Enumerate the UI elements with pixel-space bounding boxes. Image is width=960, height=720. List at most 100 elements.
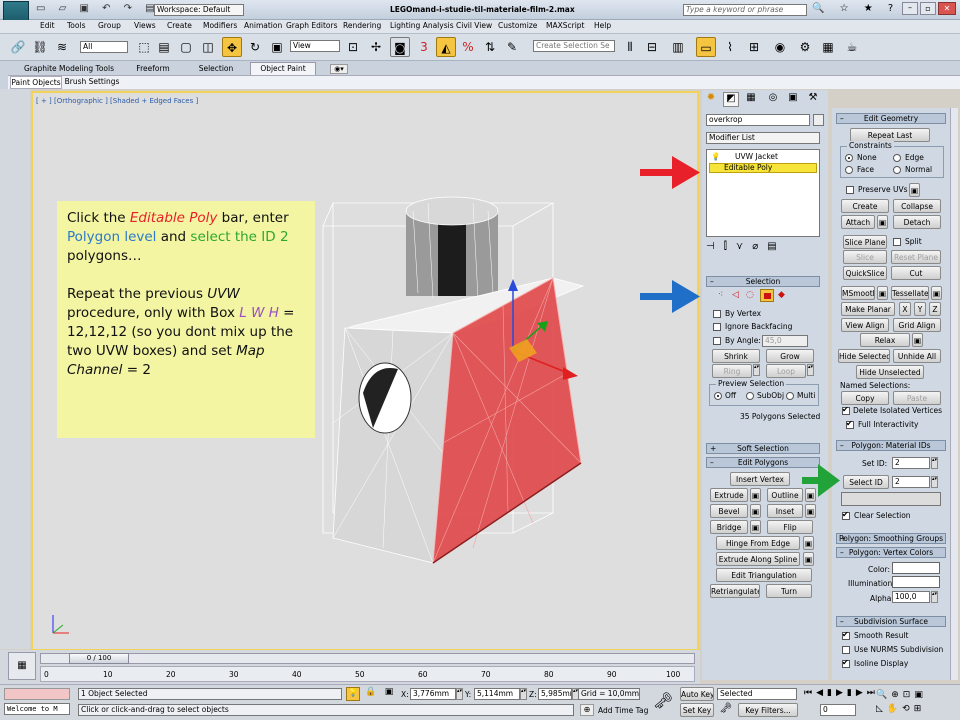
remove-modifier-icon[interactable]: ⌀ bbox=[752, 241, 767, 252]
slice-plane-button[interactable]: Slice Plane bbox=[843, 235, 887, 249]
maxscript-listener[interactable]: Welcome to M bbox=[4, 703, 70, 715]
menu-group[interactable]: Group bbox=[98, 21, 121, 31]
constraint-face-radio[interactable] bbox=[845, 166, 853, 174]
link-icon[interactable]: 🔗 bbox=[8, 37, 28, 57]
set-id-field[interactable]: 2 bbox=[892, 457, 930, 469]
unlink-icon[interactable]: ⛓ bbox=[30, 37, 50, 57]
set-key-large-icon[interactable]: 🗝 bbox=[717, 703, 735, 717]
edit-polygons-rollout-header[interactable]: – Edit Polygons bbox=[706, 457, 820, 468]
select-id-button[interactable]: Select ID bbox=[843, 475, 889, 489]
delete-isolated-checkbox[interactable] bbox=[842, 405, 850, 415]
tessellate-button[interactable]: Tessellate bbox=[891, 286, 929, 300]
time-slider[interactable]: 0 / 100 bbox=[40, 653, 695, 664]
rendered-frame-icon[interactable]: ▦ bbox=[818, 37, 838, 57]
soft-selection-rollout-header[interactable]: + Soft Selection bbox=[706, 443, 820, 454]
material-editor-icon[interactable]: ◉ bbox=[770, 37, 790, 57]
planar-x-button[interactable]: X bbox=[899, 302, 911, 316]
spinner-snap-icon[interactable]: ⇅ bbox=[480, 37, 500, 57]
modify-tab-icon[interactable]: ◩ bbox=[723, 92, 739, 107]
workspace-dropdown[interactable]: Workspace: Default bbox=[154, 4, 244, 16]
panel-scrollbar[interactable] bbox=[950, 108, 958, 680]
view-align-button[interactable]: View Align bbox=[841, 318, 889, 332]
zoom-all-icon[interactable]: ⊕ bbox=[891, 690, 903, 700]
minimize-icon[interactable]: – bbox=[902, 2, 918, 15]
search-input[interactable]: Type a keyword or phrase bbox=[683, 4, 807, 16]
pan-icon[interactable]: ✋ bbox=[887, 704, 902, 714]
isolate-selection-icon[interactable]: 💡 bbox=[346, 687, 360, 701]
menu-views[interactable]: Views bbox=[134, 21, 156, 31]
copy-button[interactable]: Copy bbox=[841, 391, 889, 405]
insert-vertex-button[interactable]: Insert Vertex bbox=[730, 472, 790, 486]
set-id-spinner[interactable]: ▴▾ bbox=[931, 457, 938, 469]
menu-help[interactable]: Help bbox=[594, 21, 611, 31]
selection-lock-icon[interactable]: 🔒 bbox=[364, 687, 378, 701]
hide-unselected-button[interactable]: Hide Unselected bbox=[856, 365, 924, 379]
render-setup-icon[interactable]: ⚙ bbox=[795, 37, 815, 57]
mirror-icon[interactable]: ⫴ bbox=[620, 37, 640, 57]
alpha-field[interactable]: 100,0 bbox=[892, 591, 930, 603]
color-swatch[interactable] bbox=[892, 562, 940, 574]
menu-graph-editors[interactable]: Graph Editors bbox=[286, 21, 338, 31]
constraint-none-radio[interactable] bbox=[845, 154, 853, 162]
attach-settings-icon[interactable]: ▣ bbox=[877, 215, 888, 229]
by-vertex-checkbox[interactable] bbox=[713, 310, 721, 318]
align-icon[interactable]: ⊟ bbox=[642, 37, 662, 57]
edit-named-selection-icon[interactable]: ✎ bbox=[502, 37, 522, 57]
menu-rendering[interactable]: Rendering bbox=[343, 21, 381, 31]
select-by-name-icon[interactable]: ▤ bbox=[154, 37, 174, 57]
angle-snap-icon[interactable]: ◭ bbox=[436, 37, 456, 57]
menu-lighting-analysis[interactable]: Lighting Analysis bbox=[390, 21, 454, 31]
paste-button[interactable]: Paste bbox=[893, 391, 941, 405]
isoline-checkbox[interactable] bbox=[842, 658, 850, 668]
maximize-icon[interactable]: ▫ bbox=[920, 2, 936, 15]
subdivision-rollout-header[interactable]: – Subdivision Surface bbox=[836, 616, 946, 627]
inset-button[interactable]: Inset bbox=[767, 504, 803, 518]
extrude-spline-settings-icon[interactable]: ▣ bbox=[803, 552, 814, 566]
snaps-toggle-icon[interactable]: 3 bbox=[414, 37, 434, 57]
menu-animation[interactable]: Animation bbox=[244, 21, 282, 31]
zoom-extents-all-icon[interactable]: ▣ bbox=[914, 690, 927, 700]
stack-item-editable-poly[interactable]: Editable Poly bbox=[709, 163, 817, 173]
menu-tools[interactable]: Tools bbox=[67, 21, 85, 31]
motion-tab-icon[interactable]: ◎ bbox=[765, 92, 781, 107]
next-frame-icon[interactable]: ▮▶ bbox=[847, 688, 867, 698]
preserve-uvs-settings-icon[interactable]: ▣ bbox=[909, 183, 920, 197]
constraint-normal-radio[interactable] bbox=[893, 166, 901, 174]
manipulate-icon[interactable]: ✢ bbox=[366, 37, 386, 57]
detach-button[interactable]: Detach bbox=[893, 215, 941, 229]
material-name-dropdown[interactable] bbox=[841, 492, 941, 506]
maximize-viewport-icon[interactable]: ⊞ bbox=[914, 704, 926, 714]
relax-settings-icon[interactable]: ▣ bbox=[912, 333, 923, 347]
make-planar-button[interactable]: Make Planar bbox=[841, 302, 895, 316]
smoothing-groups-rollout-header[interactable]: + Polygon: Smoothing Groups bbox=[836, 533, 946, 544]
create-button[interactable]: Create bbox=[841, 199, 889, 213]
turn-button[interactable]: Turn bbox=[766, 584, 812, 598]
quick-access-icons[interactable]: ▭ ▱ ▣ ↶ ↷ ▤ bbox=[36, 3, 160, 14]
add-time-tag-label[interactable]: Add Time Tag bbox=[598, 706, 648, 716]
render-production-icon[interactable]: ☕ bbox=[842, 37, 862, 57]
ring-spinner[interactable]: ▴▾ bbox=[753, 364, 760, 376]
x-coordinate-field[interactable]: 3,776mm bbox=[410, 688, 456, 700]
display-tab-icon[interactable]: ▣ bbox=[785, 92, 801, 107]
tessellate-settings-icon[interactable]: ▣ bbox=[931, 286, 942, 300]
smooth-result-checkbox[interactable] bbox=[842, 630, 850, 640]
extrude-settings-icon[interactable]: ▣ bbox=[750, 488, 761, 502]
x-spinner[interactable]: ▴▾ bbox=[456, 688, 463, 700]
curve-editor-icon[interactable]: ⌇ bbox=[720, 37, 740, 57]
current-frame-field[interactable]: 0 bbox=[820, 704, 856, 716]
y-spinner[interactable]: ▴▾ bbox=[520, 688, 527, 700]
bridge-button[interactable]: Bridge bbox=[710, 520, 748, 534]
shrink-button[interactable]: Shrink bbox=[712, 349, 760, 363]
object-color-swatch[interactable] bbox=[813, 114, 824, 126]
menu-maxscript[interactable]: MAXScript bbox=[546, 21, 585, 31]
menu-edit[interactable]: Edit bbox=[40, 21, 55, 31]
preserve-uvs-checkbox[interactable] bbox=[846, 186, 854, 194]
viewport[interactable]: [ + ] [Orthographic ] [Shaded + Edged Fa… bbox=[31, 91, 699, 651]
alpha-spinner[interactable]: ▴▾ bbox=[931, 591, 938, 603]
selection-filter-dropdown[interactable]: All bbox=[80, 41, 128, 53]
lightbulb-icon[interactable]: 💡 bbox=[711, 152, 720, 162]
key-mode-dropdown[interactable]: Selected bbox=[717, 688, 797, 700]
illumination-swatch[interactable] bbox=[892, 576, 940, 588]
prev-frame-icon[interactable]: ◀▮ bbox=[816, 688, 836, 698]
select-rotate-icon[interactable]: ↻ bbox=[245, 37, 265, 57]
